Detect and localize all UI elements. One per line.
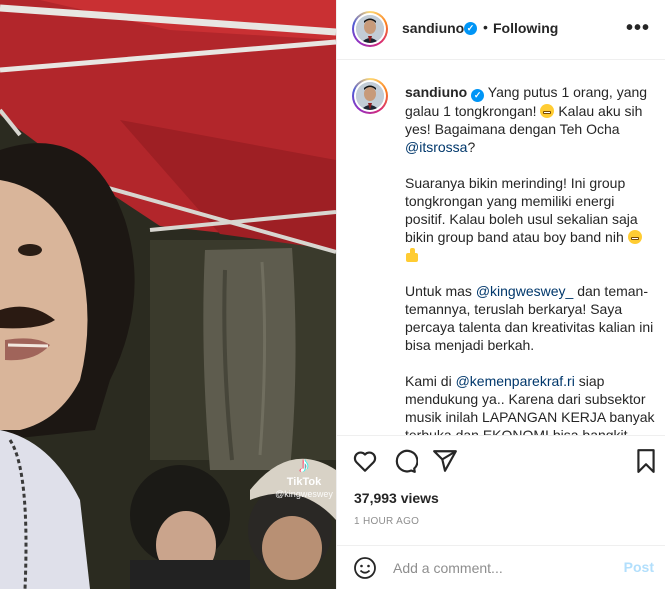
tiktok-logo-text: TikTok — [286, 476, 322, 488]
header-username[interactable]: sandiuno — [402, 20, 464, 36]
caption-area: sandiuno ✓ Yang putus 1 orang, yang gala… — [337, 60, 665, 436]
add-comment-bar: Post — [337, 545, 665, 589]
post-button[interactable]: Post — [624, 559, 654, 575]
tiktok-handle: @kingweswey — [275, 489, 333, 499]
caption-verified-icon: ✓ — [471, 89, 485, 102]
caption-text-1c: ? — [467, 139, 476, 155]
avatar[interactable] — [352, 11, 388, 47]
caption-avatar[interactable] — [352, 78, 388, 114]
profile-photo — [356, 15, 384, 43]
caption-paragraph-3: Untuk mas @kingweswey_ dan teman-temanny… — [405, 282, 657, 354]
tiktok-watermark: ♪ TikTok @kingweswey — [272, 454, 336, 500]
caption-text-3a: Untuk mas — [405, 283, 472, 299]
more-horizontal-icon[interactable]: ••• — [626, 18, 650, 38]
separator-dot: • — [483, 19, 488, 35]
video-frame — [0, 0, 336, 589]
bookmark-icon[interactable] — [633, 448, 659, 474]
tiktok-icon: ♪ — [298, 452, 310, 477]
view-count[interactable]: 37,993 views — [354, 490, 439, 506]
instagram-post: ♪ TikTok @kingweswey sandiuno ✓ • Follow… — [0, 0, 665, 589]
caption-text-2: Suaranya bikin merinding! Ini group tong… — [405, 175, 638, 245]
caption-paragraph-1: sandiuno ✓ Yang putus 1 orang, yang gala… — [405, 83, 657, 156]
post-header: sandiuno ✓ • Following ••• — [337, 0, 665, 60]
action-bar — [337, 436, 665, 486]
grin-emoji-icon — [627, 230, 642, 244]
mention-itsrossa[interactable]: @itsrossa — [405, 139, 467, 155]
mention-kemenparekraf[interactable]: @kemenparekraf.ri — [456, 373, 575, 389]
smiley-icon[interactable] — [353, 556, 377, 580]
post-side-panel: sandiuno ✓ • Following ••• sandiuno ✓ Ya… — [336, 0, 665, 589]
post-video[interactable]: ♪ TikTok @kingweswey — [0, 0, 336, 589]
caption-text-4a: Kami di — [405, 373, 452, 389]
heart-icon[interactable] — [352, 448, 378, 474]
send-icon[interactable] — [432, 448, 458, 474]
caption-paragraph-2: Suaranya bikin merinding! Ini group tong… — [405, 174, 657, 264]
verified-badge-icon: ✓ — [464, 22, 477, 35]
grin-emoji-icon — [540, 104, 555, 118]
caption-paragraph-4: Kami di @kemenparekraf.ri siap mendukung… — [405, 372, 657, 435]
post-timestamp[interactable]: 1 HOUR AGO — [354, 516, 419, 527]
post-caption: sandiuno ✓ Yang putus 1 orang, yang gala… — [405, 83, 657, 435]
mention-kingweswey[interactable]: @kingweswey_ — [476, 283, 573, 299]
caption-profile-photo — [356, 82, 384, 110]
thumbs-up-emoji-icon — [405, 248, 419, 262]
comment-icon[interactable] — [392, 448, 418, 474]
comment-input[interactable] — [393, 557, 613, 579]
following-button[interactable]: Following — [493, 20, 558, 36]
caption-username[interactable]: sandiuno — [405, 84, 467, 100]
